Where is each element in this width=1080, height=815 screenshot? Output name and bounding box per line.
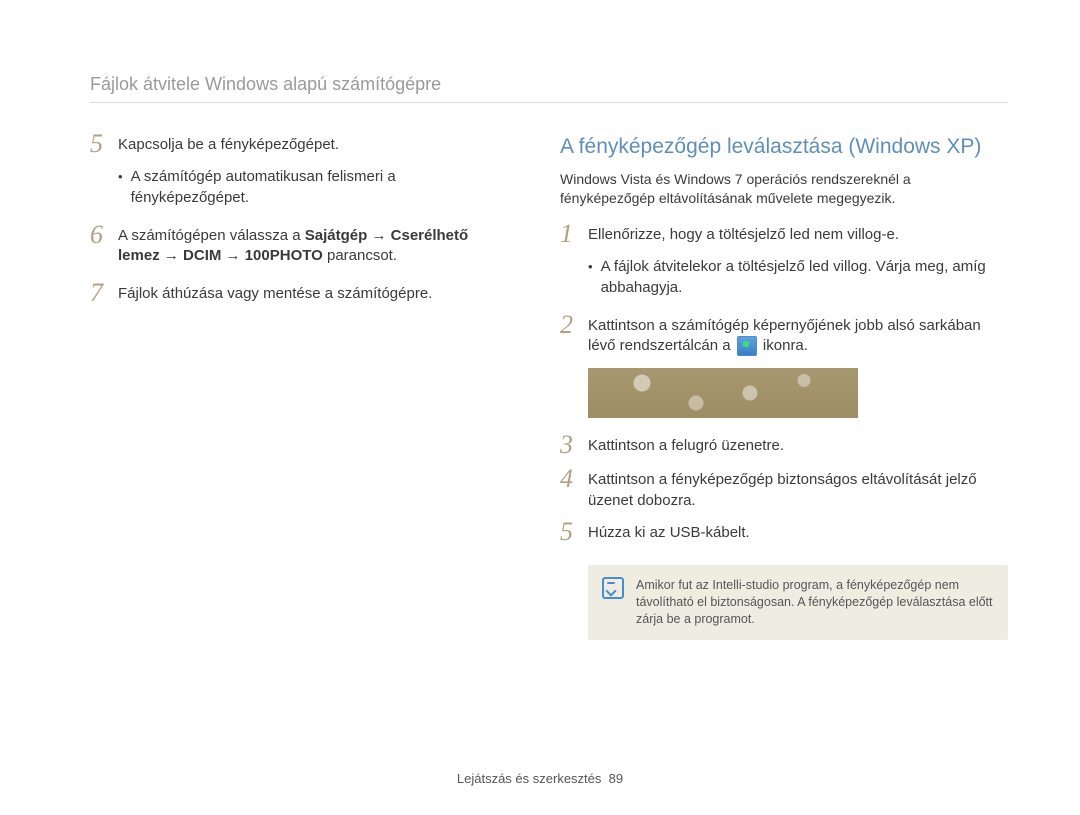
bullet-dot: • <box>118 168 123 186</box>
step-5-note: • A számítógép automatikusan felismeri a… <box>118 167 510 208</box>
footer-page-number: 89 <box>609 771 623 786</box>
text-fragment: parancsot. <box>323 247 397 264</box>
step-body: Kapcsolja be a fényképezőgépet. <box>118 133 510 155</box>
safely-remove-icon <box>737 336 757 356</box>
bullet-text: A számítógép automatikusan felismeri a f… <box>131 167 510 208</box>
step-5: 5 Kapcsolja be a fényképezőgépet. <box>90 133 510 157</box>
document-page: Fájlok átvitele Windows alapú számítógép… <box>0 0 1080 640</box>
step-body: Ellenőrizze, hogy a töltésjelző led nem … <box>588 223 1008 245</box>
step-body: Húzza ki az USB-kábelt. <box>588 521 1008 543</box>
r-step-5: 5 Húzza ki az USB-kábelt. <box>560 521 1008 545</box>
page-title: Fájlok átvitele Windows alapú számítógép… <box>90 72 1008 103</box>
note-box: Amikor fut az Intelli-studio program, a … <box>588 565 1008 640</box>
step-number: 5 <box>90 131 118 157</box>
step-number: 6 <box>90 222 118 248</box>
step-7: 7 Fájlok áthúzása vagy mentése a számító… <box>90 282 510 306</box>
bold-text: 100PHOTO <box>245 247 323 264</box>
footer-section: Lejátszás és szerkesztés <box>457 771 602 786</box>
arrow-text: → <box>160 247 183 264</box>
r-step-4: 4 Kattintson a fényképezőgép biztonságos… <box>560 468 1008 511</box>
step-body: Kattintson a számítógép képernyőjének jo… <box>588 314 1008 357</box>
arrow-text: → <box>221 247 244 264</box>
r-step-3: 3 Kattintson a felugró üzenetre. <box>560 434 1008 458</box>
r-step-1-note: • A fájlok átvitelekor a töltésjelző led… <box>588 257 1008 298</box>
step-number: 5 <box>560 519 588 545</box>
step-6: 6 A számítógépen válassza a Sajátgép → C… <box>90 224 510 267</box>
note-text: Amikor fut az Intelli-studio program, a … <box>636 577 994 628</box>
step-number: 4 <box>560 466 588 492</box>
step-body: Kattintson a felugró üzenetre. <box>588 434 1008 456</box>
step-number: 1 <box>560 221 588 247</box>
text-fragment: A számítógépen válassza a <box>118 227 305 244</box>
note-icon <box>602 577 624 599</box>
step-body: Kattintson a fényképezőgép biztonságos e… <box>588 468 1008 511</box>
right-column: A fényképezőgép leválasztása (Windows XP… <box>560 133 1008 639</box>
bullet-text: A fájlok átvitelekor a töltésjelző led v… <box>601 257 1008 298</box>
arrow-text: → <box>367 227 390 244</box>
page-footer: Lejátszás és szerkesztés 89 <box>0 770 1080 788</box>
step-number: 3 <box>560 432 588 458</box>
intro-paragraph: Windows Vista és Windows 7 operációs ren… <box>560 170 1008 208</box>
bold-text: DCIM <box>183 247 221 264</box>
section-heading: A fényképezőgép leválasztása (Windows XP… <box>560 133 1008 161</box>
bullet-dot: • <box>588 258 593 276</box>
r-step-2: 2 Kattintson a számítógép képernyőjének … <box>560 314 1008 357</box>
step-body: Fájlok áthúzása vagy mentése a számítógé… <box>118 282 510 304</box>
text-fragment: ikonra. <box>763 337 808 354</box>
left-column: 5 Kapcsolja be a fényképezőgépet. • A sz… <box>90 133 510 639</box>
content-columns: 5 Kapcsolja be a fényképezőgépet. • A sz… <box>90 133 1008 639</box>
step-number: 2 <box>560 312 588 338</box>
step-number: 7 <box>90 280 118 306</box>
r-step-1: 1 Ellenőrizze, hogy a töltésjelző led ne… <box>560 223 1008 247</box>
step-body: A számítógépen válassza a Sajátgép → Cse… <box>118 224 510 267</box>
bold-text: Sajátgép <box>305 227 368 244</box>
system-tray-popup-image <box>588 368 858 418</box>
